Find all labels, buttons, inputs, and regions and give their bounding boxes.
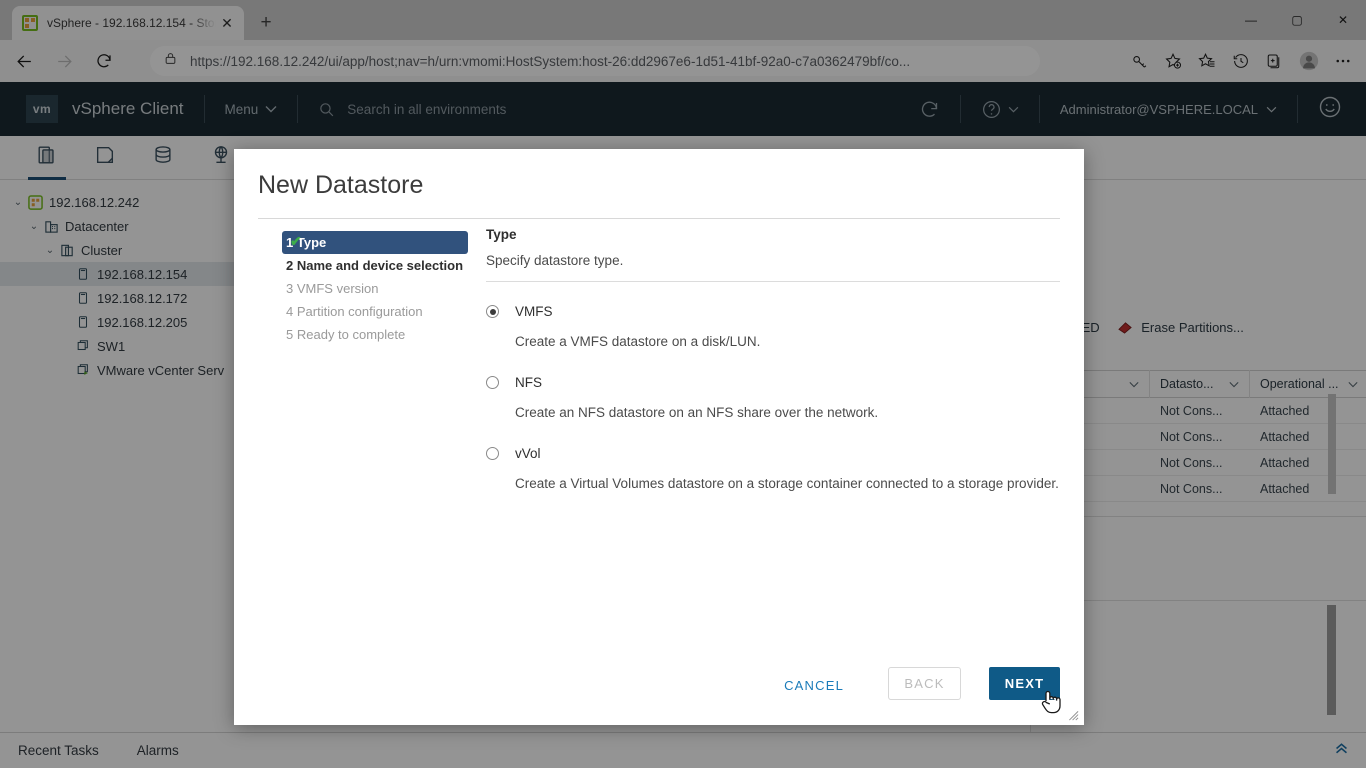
radio-vvol-label: vVol (515, 446, 541, 461)
radio-vmfs-label: VMFS (515, 304, 553, 319)
divider (486, 281, 1060, 282)
step-label: Partition configuration (296, 304, 423, 319)
step-number: 3 (286, 281, 294, 296)
cancel-button[interactable]: CANCEL (770, 669, 858, 702)
wizard-step-partition-config: 4 Partition configuration (258, 300, 492, 323)
step-label: Type (296, 235, 327, 250)
step-label: Ready to complete (296, 327, 406, 342)
back-button: BACK (888, 667, 961, 700)
wizard-content-panel: Type Specify datastore type. VMFS Create… (486, 227, 1060, 495)
step-label: Name and device selection (296, 258, 464, 273)
divider (258, 218, 1060, 219)
content-heading: Type (486, 227, 517, 242)
wizard-step-type[interactable]: 1 Type (282, 231, 468, 254)
radio-vvol-input[interactable] (486, 447, 499, 460)
step-number: 4 (286, 304, 294, 319)
mouse-cursor-pointer (1040, 688, 1064, 718)
radio-vmfs-description: Create a VMFS datastore on a disk/LUN. (515, 334, 761, 349)
content-subheading: Specify datastore type. (486, 253, 624, 268)
radio-option-vmfs[interactable]: VMFS (486, 304, 1060, 319)
radio-nfs-input[interactable] (486, 376, 499, 389)
step-label: VMFS version (296, 281, 379, 296)
step-number: 1 (286, 235, 294, 250)
step-number: 5 (286, 327, 294, 342)
resize-grip-icon[interactable] (1068, 710, 1080, 722)
wizard-step-vmfs-version: 3 VMFS version (258, 277, 492, 300)
wizard-step-ready-to-complete: 5 Ready to complete (258, 323, 492, 346)
radio-vvol-description: Create a Virtual Volumes datastore on a … (515, 476, 1059, 491)
screen: vSphere - 192.168.12.154 - Stora ✕ + — ▢… (0, 0, 1366, 768)
dialog-title: New Datastore (258, 171, 424, 199)
new-datastore-dialog: New Datastore 1 Type 2 Name and device s… (234, 149, 1084, 725)
radio-vmfs-input[interactable] (486, 305, 499, 318)
radio-option-vvol[interactable]: vVol (486, 446, 1060, 461)
wizard-steps: 1 Type 2 Name and device selection 3 VMF… (258, 231, 492, 346)
step-number: 2 (286, 258, 294, 273)
wizard-step-name-device[interactable]: 2 Name and device selection (258, 254, 492, 277)
radio-nfs-description: Create an NFS datastore on an NFS share … (515, 405, 879, 420)
radio-nfs-label: NFS (515, 375, 542, 390)
radio-option-nfs[interactable]: NFS (486, 375, 1060, 390)
dialog-footer: CANCEL BACK NEXT (234, 651, 1084, 725)
